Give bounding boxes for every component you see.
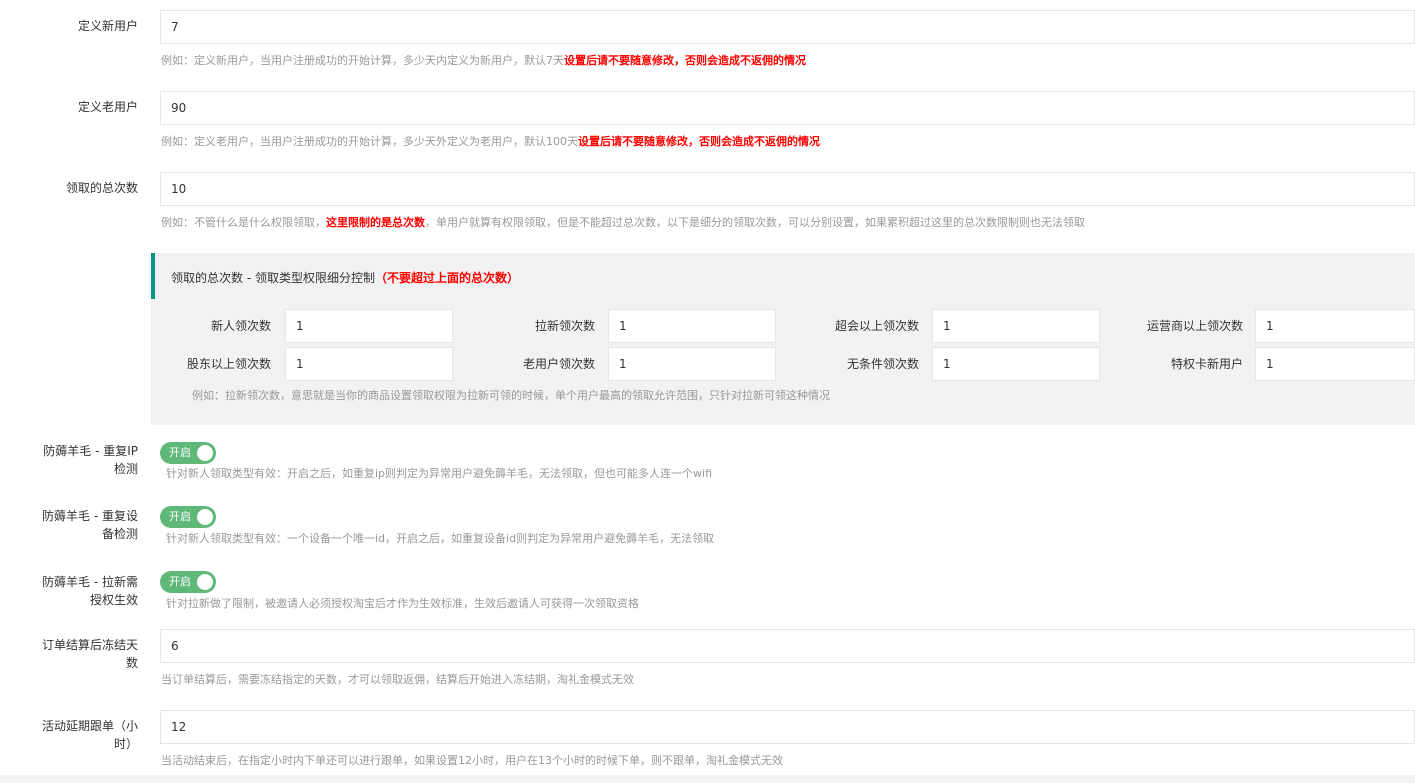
old-user-label: 定义老用户 — [77, 100, 138, 114]
operator-claims-input[interactable]: 1 — [1255, 309, 1415, 343]
referral-claims-label: 拉新领次数 — [534, 319, 595, 333]
repeat-ip-help: 针对新人领取类型有效：开启之后，如重复ip则判定为异常用户避免薅羊毛，无法领取，… — [166, 467, 713, 480]
old-user-help: 例如：定义老用户，当用户注册成功的开始计算，多少天外定义为老用户，默认100天设… — [161, 135, 820, 148]
repeat-device-toggle[interactable]: 开启 — [160, 506, 216, 528]
repeat-device-label: 防薅羊毛 - 重复设 备检测 — [42, 509, 138, 541]
referral-auth-toggle[interactable]: 开启 — [160, 571, 216, 593]
repeat-device-toggle-state: 开启 — [169, 510, 191, 523]
referral-claims-input[interactable]: 1 — [608, 309, 776, 343]
unconditional-claims-label: 无条件领次数 — [846, 357, 919, 371]
repeat-device-help: 针对新人领取类型有效：一个设备一个唯一id，开启之后，如重复设备id则判定为异常… — [166, 532, 715, 545]
new-user-label: 定义新用户 — [77, 19, 138, 33]
total-claims-warning: 这里限制的是总次数 — [326, 216, 425, 229]
new-person-claims-input[interactable]: 1 — [285, 309, 453, 343]
settings-panel: 定义新用户 例如：定义新用户，当用户注册成功的开始计算，多少天内定义为新用户，默… — [0, 0, 1415, 775]
super-member-claims-input[interactable]: 1 — [932, 309, 1100, 343]
old-user-claims-input[interactable]: 1 — [608, 347, 776, 381]
shareholder-claims-input[interactable]: 1 — [285, 347, 453, 381]
repeat-ip-toggle-state: 开启 — [169, 446, 191, 459]
delay-hours-help: 当活动结束后，在指定小时内下单还可以进行跟单，如果设置12小时，用户在13个小时… — [161, 754, 783, 767]
freeze-days-help: 当订单结算后，需要冻结指定的天数，才可以领取返佣，结算后开始进入冻结期，淘礼金模… — [161, 673, 634, 686]
total-claims-input[interactable] — [160, 172, 1415, 206]
subsection-help: 例如：拉新领次数，意思就是当你的商品设置领取权限为拉新可领的时候，单个用户最高的… — [192, 389, 830, 402]
new-user-warning: 设置后请不要随意修改，否则会造成不返佣的情况 — [564, 54, 806, 67]
repeat-device-toggle-knob — [197, 509, 213, 525]
old-user-claims-label: 老用户领次数 — [522, 357, 595, 371]
referral-auth-toggle-knob — [197, 574, 213, 590]
privilege-card-claims-label: 特权卡新用户 — [1170, 357, 1243, 371]
claim-type-subsection: 领取的总次数 - 领取类型权限细分控制（不要超过上面的总次数） 新人领次数 1 … — [151, 253, 1415, 425]
repeat-ip-toggle-knob — [197, 445, 213, 461]
delay-hours-label: 活动延期跟单（小 时） — [41, 719, 138, 751]
repeat-ip-label: 防薅羊毛 - 重复IP 检测 — [43, 444, 138, 476]
repeat-ip-toggle[interactable]: 开启 — [160, 442, 216, 464]
operator-claims-label: 运营商以上领次数 — [1146, 319, 1243, 333]
unconditional-claims-input[interactable]: 1 — [932, 347, 1100, 381]
delay-hours-input[interactable] — [160, 710, 1415, 744]
referral-auth-label: 防薅羊毛 - 拉新需 授权生效 — [42, 575, 138, 607]
old-user-warning: 设置后请不要随意修改，否则会造成不返佣的情况 — [578, 135, 820, 148]
new-user-input[interactable] — [160, 10, 1415, 44]
referral-auth-help: 针对拉新做了限制，被邀请人必须授权淘宝后才作为生效标准，生效后邀请人可获得一次领… — [166, 597, 639, 610]
subsection-header: 领取的总次数 - 领取类型权限细分控制（不要超过上面的总次数） — [151, 253, 1415, 299]
new-user-help: 例如：定义新用户，当用户注册成功的开始计算，多少天内定义为新用户，默认7天设置后… — [161, 54, 806, 67]
shareholder-claims-label: 股东以上领次数 — [186, 357, 271, 371]
freeze-days-label: 订单结算后冻结天数 — [41, 638, 138, 670]
subsection-title-warning: （不要超过上面的总次数） — [374, 271, 519, 285]
super-member-claims-label: 超会以上领次数 — [834, 319, 919, 333]
total-claims-label: 领取的总次数 — [65, 181, 138, 195]
new-person-claims-label: 新人领次数 — [210, 319, 271, 333]
old-user-input[interactable] — [160, 91, 1415, 125]
freeze-days-input[interactable] — [160, 629, 1415, 663]
total-claims-help: 例如：不管什么是什么权限领取，这里限制的是总次数，单用户就算有权限领取，但是不能… — [161, 216, 1085, 229]
subsection-title: 领取的总次数 - 领取类型权限细分控制（不要超过上面的总次数） — [171, 271, 519, 285]
privilege-card-claims-input[interactable]: 1 — [1255, 347, 1415, 381]
referral-auth-toggle-state: 开启 — [169, 575, 191, 588]
